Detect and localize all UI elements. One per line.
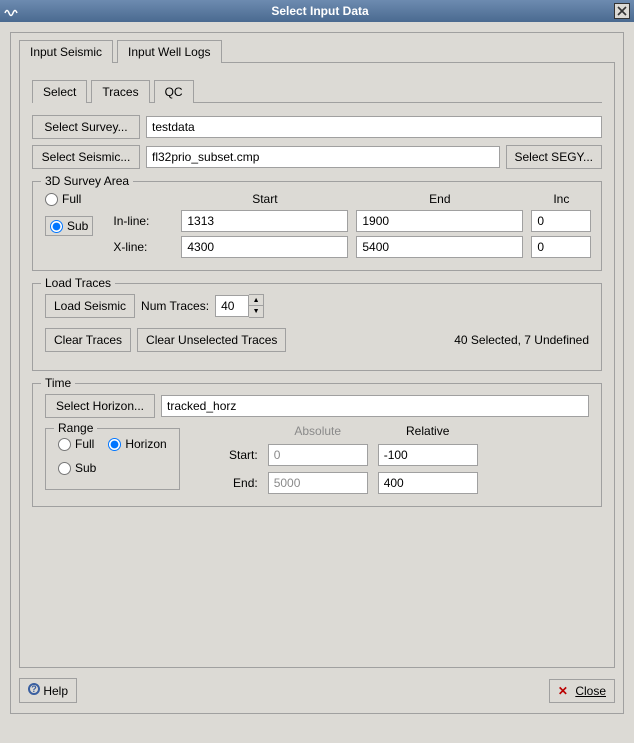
area-full-radio[interactable]: Full xyxy=(45,192,93,206)
load-traces-group: Load Traces Load Seismic Num Traces: ▲ ▼ xyxy=(32,283,602,371)
inline-start-field[interactable] xyxy=(181,210,348,232)
relative-header: Relative xyxy=(378,424,478,438)
rel-end-field[interactable] xyxy=(378,472,478,494)
load-traces-legend: Load Traces xyxy=(41,276,115,290)
range-legend: Range xyxy=(54,421,97,435)
xline-end-field[interactable] xyxy=(356,236,523,258)
tab-qc[interactable]: QC xyxy=(154,80,194,103)
window-close-button[interactable] xyxy=(614,3,630,19)
select-survey-button[interactable]: Select Survey... xyxy=(32,115,140,139)
start-header: Start xyxy=(181,192,348,206)
range-group: Range Full Horizon Sub xyxy=(45,428,180,490)
survey-field[interactable] xyxy=(146,116,602,138)
inc-header: Inc xyxy=(531,192,591,206)
survey-area-legend: 3D Survey Area xyxy=(41,174,133,188)
abs-start-field xyxy=(268,444,368,466)
range-sub-radio[interactable]: Sub xyxy=(58,461,167,475)
range-full-radio[interactable]: Full xyxy=(58,437,94,451)
time-legend: Time xyxy=(41,376,75,390)
selection-status: 40 Selected, 7 Undefined xyxy=(454,333,589,347)
outer-panel: Input Seismic Input Well Logs Select Tra… xyxy=(10,32,624,714)
close-x-icon: ✕ xyxy=(558,684,568,698)
num-traces-field[interactable] xyxy=(215,295,249,317)
absolute-header: Absolute xyxy=(268,424,368,438)
xline-inc-field[interactable] xyxy=(531,236,591,258)
select-horizon-button[interactable]: Select Horizon... xyxy=(45,394,155,418)
horizon-field[interactable] xyxy=(161,395,589,417)
tab-input-well-logs[interactable]: Input Well Logs xyxy=(117,40,222,63)
abs-end-field xyxy=(268,472,368,494)
help-button[interactable]: ? Help xyxy=(19,678,77,703)
tab-traces[interactable]: Traces xyxy=(91,80,149,103)
close-button[interactable]: ✕ Close xyxy=(549,679,615,703)
area-sub-radio[interactable]: Sub xyxy=(45,216,93,236)
inner-tabs: Select Traces QC xyxy=(32,79,602,102)
clear-traces-button[interactable]: Clear Traces xyxy=(45,328,131,352)
window-title: Select Input Data xyxy=(26,4,614,18)
range-horizon-radio[interactable]: Horizon xyxy=(108,437,166,451)
outer-tabs: Input Seismic Input Well Logs xyxy=(19,39,615,62)
tab-select[interactable]: Select xyxy=(32,80,87,103)
num-traces-label: Num Traces: xyxy=(141,299,209,313)
xline-start-field[interactable] xyxy=(181,236,348,258)
num-traces-up-button[interactable]: ▲ xyxy=(249,295,263,306)
time-end-label: End: xyxy=(208,476,258,490)
select-segy-button[interactable]: Select SEGY... xyxy=(506,145,603,169)
load-seismic-button[interactable]: Load Seismic xyxy=(45,294,135,318)
xline-label: X-line: xyxy=(113,240,173,254)
inline-end-field[interactable] xyxy=(356,210,523,232)
seismic-field[interactable] xyxy=(146,146,500,168)
select-seismic-button[interactable]: Select Seismic... xyxy=(32,145,140,169)
clear-unselected-traces-button[interactable]: Clear Unselected Traces xyxy=(137,328,286,352)
inline-inc-field[interactable] xyxy=(531,210,591,232)
survey-area-group: 3D Survey Area Full Sub Start End Inc xyxy=(32,181,602,271)
inline-label: In-line: xyxy=(113,214,173,228)
rel-start-field[interactable] xyxy=(378,444,478,466)
num-traces-down-button[interactable]: ▼ xyxy=(249,306,263,317)
time-group: Time Select Horizon... Range Full Horizo… xyxy=(32,383,602,507)
help-icon: ? xyxy=(28,683,40,695)
tab-input-seismic[interactable]: Input Seismic xyxy=(19,40,113,63)
titlebar: Select Input Data xyxy=(0,0,634,22)
outer-tab-content: Select Traces QC Select Survey... Select… xyxy=(19,62,615,668)
app-wave-icon xyxy=(4,3,20,19)
end-header: End xyxy=(356,192,523,206)
num-traces-spinner[interactable]: ▲ ▼ xyxy=(215,294,264,318)
time-start-label: Start: xyxy=(208,448,258,462)
svg-text:?: ? xyxy=(31,684,37,694)
